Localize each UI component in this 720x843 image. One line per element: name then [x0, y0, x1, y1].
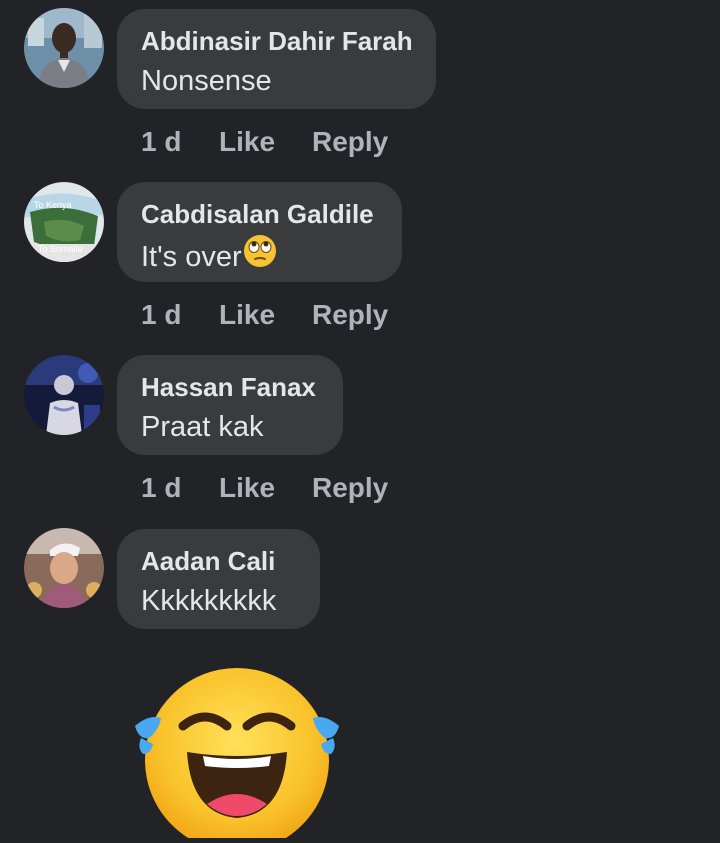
like-button[interactable]: Like	[219, 299, 275, 331]
comment-text-row: It's over	[141, 234, 378, 279]
avatar[interactable]	[24, 355, 104, 435]
comment-text: Nonsense	[141, 65, 272, 97]
comment-author[interactable]: Abdinasir Dahir Farah	[141, 25, 413, 57]
comment-timestamp[interactable]: 1 d	[141, 472, 181, 504]
reply-button[interactable]: Reply	[312, 299, 388, 331]
face-with-rolling-eyes-icon	[243, 234, 277, 279]
comment-timestamp[interactable]: 1 d	[141, 299, 181, 331]
laughing-tears-emoji-icon	[131, 664, 343, 843]
comment-author[interactable]: Cabdisalan Galdile	[141, 198, 378, 230]
avatar[interactable]: To Kenya To Somalia	[24, 182, 104, 262]
comment-bubble[interactable]: Aadan Cali Kkkkkkkkk	[117, 529, 320, 629]
comment-bubble[interactable]: Abdinasir Dahir Farah Nonsense	[117, 9, 436, 109]
comment-bubble[interactable]: Hassan Fanax Praat kak	[117, 355, 343, 455]
avatar-label-kenya: To Kenya	[34, 200, 72, 210]
comment-text: It's over	[141, 240, 242, 273]
comment-text: Praat kak	[141, 411, 264, 443]
reply-button[interactable]: Reply	[312, 472, 388, 504]
avatar[interactable]	[24, 8, 104, 88]
comment-bubble[interactable]: Cabdisalan Galdile It's over	[117, 182, 402, 282]
comment-author[interactable]: Hassan Fanax	[141, 371, 319, 403]
reply-button[interactable]: Reply	[312, 126, 388, 158]
avatar-label-somalia: To Somalia	[38, 244, 83, 254]
comment-author[interactable]: Aadan Cali	[141, 545, 296, 577]
avatar[interactable]	[24, 528, 104, 608]
comment-timestamp[interactable]: 1 d	[141, 126, 181, 158]
like-button[interactable]: Like	[219, 126, 275, 158]
like-button[interactable]: Like	[219, 472, 275, 504]
comment-text: Kkkkkkkkk	[141, 585, 277, 617]
